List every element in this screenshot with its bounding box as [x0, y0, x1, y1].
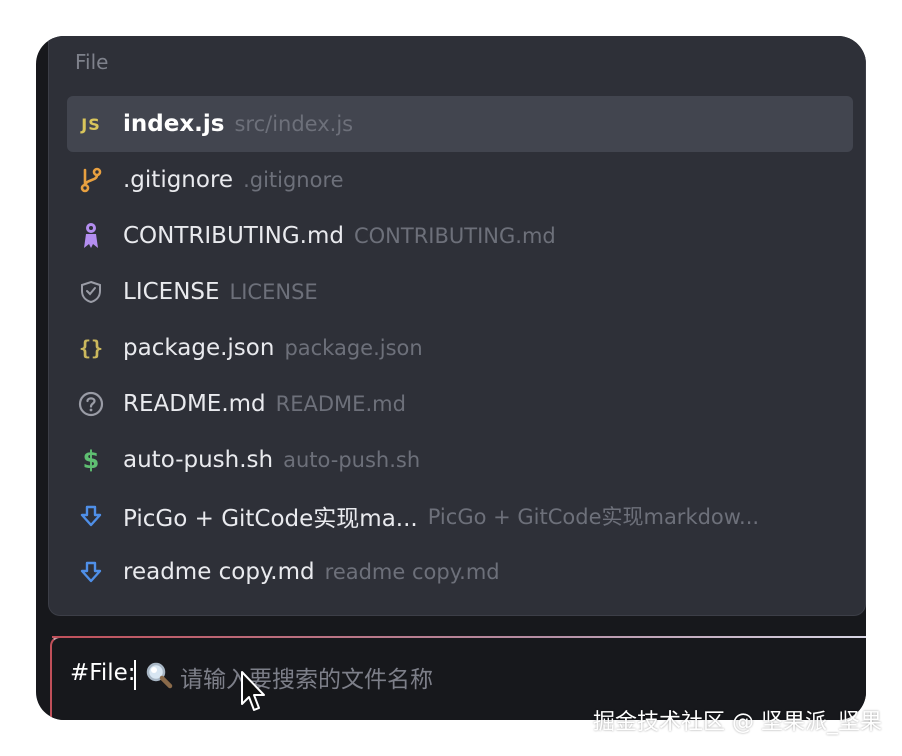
file-name: auto-push.sh [123, 447, 274, 473]
file-name: README.md [123, 391, 266, 417]
file-path: src/index.js [234, 112, 354, 136]
file-name: CONTRIBUTING.md [123, 223, 344, 249]
file-path: LICENSE [229, 280, 318, 304]
file-reference-prefix: #File: [70, 660, 136, 686]
file-name: package.json [123, 335, 275, 361]
json-braces-icon: {} [78, 336, 104, 360]
download-arrow-icon [77, 502, 105, 530]
file-list: JS index.js src/index.js .gitignore .git… [67, 96, 853, 600]
file-name: LICENSE [123, 279, 220, 305]
file-item-auto-push[interactable]: $ auto-push.sh auto-push.sh [67, 432, 853, 488]
text-caret [134, 660, 136, 690]
watermark: 掘金技术社区 @ 坚果派_坚果 [593, 710, 882, 735]
file-path: auto-push.sh [283, 448, 421, 472]
editor-window: File JS index.js src/index.js .gitignore… [36, 36, 866, 720]
file-name: PicGo + GitCode实现ma... [123, 506, 418, 532]
file-item-gitignore[interactable]: .gitignore .gitignore [67, 152, 853, 208]
file-path: PicGo + GitCode实现markdow... [427, 505, 760, 529]
file-item-picgo[interactable]: PicGo + GitCode实现ma... PicGo + GitCode实现… [67, 488, 853, 544]
file-name: index.js [123, 111, 225, 137]
shield-icon [77, 278, 105, 306]
file-path: readme copy.md [324, 560, 500, 584]
git-branch-icon [77, 166, 105, 194]
file-name: readme copy.md [123, 559, 315, 585]
file-item-contributing[interactable]: CONTRIBUTING.md CONTRIBUTING.md [67, 208, 853, 264]
js-icon: JS [81, 114, 101, 134]
file-path: package.json [284, 336, 423, 360]
file-item-readme-copy[interactable]: readme copy.md readme copy.md [67, 544, 853, 600]
contributing-icon [77, 222, 105, 250]
file-path: .gitignore [243, 168, 344, 192]
file-item-readme[interactable]: README.md README.md [67, 376, 853, 432]
download-arrow-icon [77, 558, 105, 586]
dollar-icon: $ [82, 446, 100, 474]
mouse-pointer-icon [238, 670, 268, 714]
search-icon [144, 660, 174, 690]
file-picker-popup: File JS index.js src/index.js .gitignore… [48, 36, 866, 616]
file-path: CONTRIBUTING.md [353, 224, 556, 248]
section-label: File [75, 50, 109, 74]
question-circle-icon [77, 390, 105, 418]
file-name: .gitignore [123, 167, 234, 193]
search-placeholder: 请输入要搜索的文件名称 [180, 667, 433, 693]
file-item-index-js[interactable]: JS index.js src/index.js [67, 96, 853, 152]
file-item-license[interactable]: LICENSE LICENSE [67, 264, 853, 320]
file-path: README.md [275, 392, 406, 416]
file-item-package-json[interactable]: {} package.json package.json [67, 320, 853, 376]
